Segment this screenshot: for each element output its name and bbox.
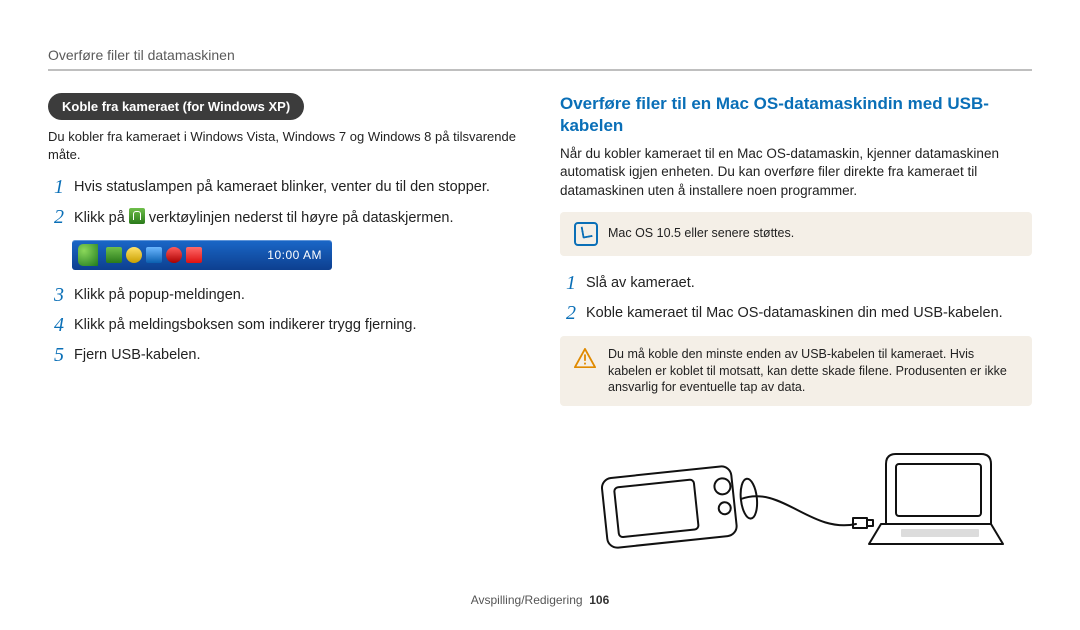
step-item: 2 Koble kameraet til Mac OS-datamaskinen… <box>560 302 1032 324</box>
steps-list-left-a: 1 Hvis statuslampen på kameraet blinker,… <box>48 176 520 229</box>
display-icon <box>146 247 162 263</box>
manual-page: Overføre filer til datamaskinen Koble fr… <box>0 0 1080 630</box>
content-columns: Koble fra kameraet (for Windows XP) Du k… <box>48 93 1032 574</box>
step-item: 5 Fjern USB-kabelen. <box>48 344 520 366</box>
network-icon <box>186 247 202 263</box>
warning-box: Du må koble den minste enden av USB-kabe… <box>560 336 1032 407</box>
step-number: 5 <box>48 344 64 366</box>
step-item: 1 Slå av kameraet. <box>560 272 1032 294</box>
usb-connection-illustration-svg <box>581 424 1011 574</box>
section-pill: Koble fra kameraet (for Windows XP) <box>48 93 304 121</box>
warning-triangle-icon <box>574 348 596 368</box>
taskbar-clock: 10:00 AM <box>267 247 322 263</box>
step-text: Fjern USB-kabelen. <box>74 344 201 366</box>
step-text: Slå av kameraet. <box>586 272 695 294</box>
warning-text: Du må koble den minste enden av USB-kabe… <box>608 346 1018 397</box>
left-column: Koble fra kameraet (for Windows XP) Du k… <box>48 93 520 574</box>
step-item: 1 Hvis statuslampen på kameraet blinker,… <box>48 176 520 198</box>
page-footer: Avspilling/Redigering 106 <box>0 592 1080 608</box>
step-number: 1 <box>48 176 64 198</box>
step-item: 4 Klikk på meldingsboksen som indikerer … <box>48 314 520 336</box>
breadcrumb: Overføre filer til datamaskinen <box>48 46 1032 65</box>
step-text-pre: Klikk på <box>74 210 129 226</box>
header-rule <box>48 69 1032 71</box>
step-number: 3 <box>48 284 64 306</box>
right-column: Overføre filer til en Mac OS-datamaskind… <box>560 93 1032 574</box>
step-text: Koble kameraet til Mac OS-datamaskinen d… <box>586 302 1003 324</box>
section-heading: Overføre filer til en Mac OS-datamaskind… <box>560 93 1032 137</box>
note-icon <box>574 222 598 246</box>
step-text: Klikk på popup-meldingen. <box>74 284 245 306</box>
paragraph: Når du kobler kameraet til en Mac OS-dat… <box>560 145 1032 200</box>
taskbar-tray-icons <box>78 244 202 266</box>
step-text: Klikk på verktøylinjen nederst til høyre… <box>74 206 453 229</box>
page-number: 106 <box>589 593 609 607</box>
safely-remove-icon <box>129 208 145 224</box>
note-text: Mac OS 10.5 eller senere støttes. <box>608 225 794 242</box>
step-text: Hvis statuslampen på kameraet blinker, v… <box>74 176 490 198</box>
volume-icon <box>166 247 182 263</box>
steps-list-left-b: 3 Klikk på popup-meldingen. 4 Klikk på m… <box>48 284 520 366</box>
camera-to-laptop-diagram <box>560 424 1032 574</box>
step-item: 2 Klikk på verktøylinjen nederst til høy… <box>48 206 520 229</box>
windows-taskbar-illustration: 10:00 AM <box>72 240 332 270</box>
step-text: Klikk på meldingsboksen som indikerer tr… <box>74 314 417 336</box>
note-box: Mac OS 10.5 eller senere støttes. <box>560 212 1032 256</box>
intro-text: Du kobler fra kameraet i Windows Vista, … <box>48 128 520 163</box>
step-number: 2 <box>560 302 576 324</box>
start-button-icon <box>78 244 98 266</box>
steps-list-right: 1 Slå av kameraet. 2 Koble kameraet til … <box>560 272 1032 324</box>
shield-icon <box>126 247 142 263</box>
step-number: 4 <box>48 314 64 336</box>
step-text-post: verktøylinjen nederst til høyre på datas… <box>149 210 454 226</box>
step-number: 1 <box>560 272 576 294</box>
safely-remove-icon <box>106 247 122 263</box>
footer-section: Avspilling/Redigering <box>471 593 583 607</box>
step-item: 3 Klikk på popup-meldingen. <box>48 284 520 306</box>
step-number: 2 <box>48 206 64 228</box>
